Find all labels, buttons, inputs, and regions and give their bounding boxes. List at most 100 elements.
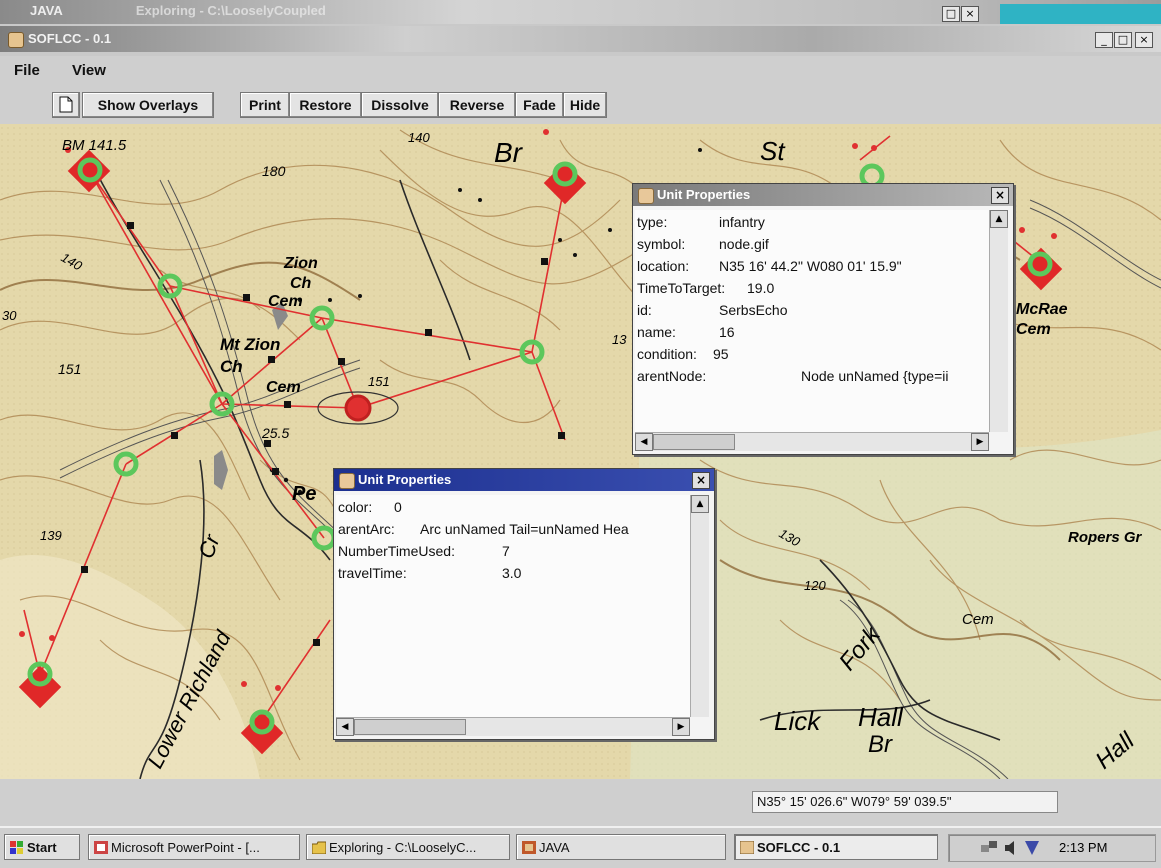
- prop-key: NumberTimeUsed:: [338, 543, 455, 559]
- label-hall: Hall: [858, 702, 904, 732]
- scroll-thumb[interactable]: [653, 434, 735, 450]
- label-br-bottom: Br: [868, 731, 893, 758]
- label-zion: Zion: [283, 255, 318, 272]
- task-label: SOFLCC - 0.1: [757, 840, 841, 855]
- label-151a: 151: [58, 361, 81, 377]
- prop-row: id: SerbsEcho: [637, 302, 787, 318]
- fade-button[interactable]: Fade: [515, 92, 564, 118]
- dialog-node-titlebar[interactable]: Unit Properties ×: [633, 184, 1013, 206]
- prop-row: travelTime: 3.0: [338, 565, 521, 581]
- dialog-arc-close-button[interactable]: ×: [692, 472, 710, 489]
- start-label: Start: [27, 840, 57, 855]
- label-bm: BM 141.5: [62, 137, 127, 154]
- dialog-node-properties: type: infantry symbol: node.gif location: N…: [635, 210, 989, 432]
- prop-value: 7: [502, 543, 510, 559]
- dissolve-button[interactable]: Dissolve: [361, 92, 439, 118]
- new-document-button[interactable]: [52, 92, 80, 118]
- shield-icon[interactable]: [1023, 839, 1041, 857]
- background-close-button[interactable]: ×: [961, 6, 979, 22]
- windows-logo-icon: [10, 841, 23, 854]
- scroll-thumb[interactable]: [354, 719, 466, 735]
- java-cup-icon: [638, 188, 654, 204]
- background-maximize-button[interactable]: □: [942, 6, 960, 22]
- prop-value: node.gif: [719, 236, 769, 252]
- task-label: Exploring - C:\LooselyC...: [329, 840, 477, 855]
- java-cup-icon: [522, 841, 536, 854]
- dialog-arc-vscroll[interactable]: ▲: [690, 495, 709, 717]
- unit-properties-dialog-arc[interactable]: Unit Properties × color: 0 arentArc: Arc u…: [333, 468, 715, 740]
- scroll-right-arrow-icon[interactable]: ▶: [971, 433, 989, 451]
- label-ch1: Ch: [290, 275, 312, 292]
- prop-value: infantry: [719, 214, 765, 230]
- prop-row: type: infantry: [637, 214, 765, 230]
- prop-key: location:: [637, 258, 690, 274]
- unit-properties-dialog-node[interactable]: Unit Properties × type: infantry symbol: n…: [632, 183, 1014, 455]
- label-120: 120: [804, 578, 826, 593]
- task-soflcc[interactable]: SOFLCC - 0.1: [734, 834, 938, 860]
- minimize-button[interactable]: _: [1095, 32, 1113, 48]
- label-ch2: Ch: [220, 357, 243, 376]
- task-powerpoint[interactable]: Microsoft PowerPoint - [...: [88, 834, 300, 860]
- prop-value: 3.0: [502, 565, 522, 581]
- prop-key: type:: [637, 214, 668, 230]
- dialog-node-hscroll[interactable]: ◀ ▶: [635, 432, 989, 451]
- speaker-icon[interactable]: [1003, 839, 1017, 857]
- main-window-title: SOFLCC - 0.1: [28, 31, 112, 46]
- prop-value: Node unNamed {type=ii: [801, 368, 949, 384]
- folder-icon: [312, 841, 326, 854]
- system-tray: 2:13 PM: [948, 834, 1156, 862]
- prop-key: symbol:: [637, 236, 686, 252]
- document-icon: [59, 96, 73, 113]
- scroll-right-arrow-icon[interactable]: ▶: [672, 718, 690, 736]
- prop-row: NumberTimeUsed: 7: [338, 543, 510, 559]
- prop-value: 0: [394, 499, 402, 515]
- selected-node[interactable]: [344, 394, 372, 422]
- prop-value: Arc unNamed Tail=unNamed Hea: [420, 521, 629, 537]
- close-button[interactable]: ×: [1135, 32, 1153, 48]
- dialog-arc-hscroll[interactable]: ◀ ▶: [336, 717, 690, 736]
- label-mtzion: Mt Zion: [220, 335, 280, 354]
- java-cup-icon: [8, 32, 24, 48]
- dialog-node-close-button[interactable]: ×: [991, 187, 1009, 204]
- print-button[interactable]: Print: [240, 92, 290, 118]
- scroll-left-arrow-icon[interactable]: ◀: [635, 433, 653, 451]
- scroll-up-arrow-icon[interactable]: ▲: [691, 495, 709, 513]
- start-button[interactable]: Start: [4, 834, 80, 860]
- dialog-arc-titlebar[interactable]: Unit Properties ×: [334, 469, 714, 491]
- show-overlays-button[interactable]: Show Overlays: [82, 92, 214, 118]
- label-30: 30: [2, 308, 17, 323]
- prop-key: TimeToTarget:: [637, 280, 726, 296]
- task-exploring[interactable]: Exploring - C:\LooselyC...: [306, 834, 510, 860]
- task-label: Microsoft PowerPoint - [...: [111, 840, 260, 855]
- prop-row: arentNode: Node unNamed {type=ii: [637, 368, 949, 384]
- background-window-title-2: Exploring - C:\LooselyCoupled: [135, 3, 326, 18]
- label-151b: 151: [368, 374, 390, 389]
- background-window-title-1: JAVA: [30, 3, 63, 18]
- menu-file[interactable]: File: [14, 62, 40, 79]
- scroll-up-arrow-icon[interactable]: ▲: [990, 210, 1008, 228]
- prop-value: N35 16' 44.2" W080 01' 15.9": [719, 258, 902, 274]
- reverse-button[interactable]: Reverse: [438, 92, 516, 118]
- label-137: 13: [612, 332, 627, 347]
- restore-button[interactable]: Restore: [289, 92, 362, 118]
- clock[interactable]: 2:13 PM: [1059, 840, 1107, 855]
- scroll-left-arrow-icon[interactable]: ◀: [336, 718, 354, 736]
- label-139: 139: [40, 528, 62, 543]
- cursor-coordinates: N35° 15' 026.6" W079° 59' 039.5": [752, 791, 1058, 813]
- dialog-arc-properties: color: 0 arentArc: Arc unNamed Tail=unName…: [336, 495, 690, 717]
- prop-value: 16: [719, 324, 735, 340]
- task-java[interactable]: JAVA: [516, 834, 726, 860]
- hide-button[interactable]: Hide: [563, 92, 607, 118]
- prop-row: arentArc: Arc unNamed Tail=unNamed Hea: [338, 521, 629, 537]
- menu-view[interactable]: View: [72, 62, 106, 79]
- prop-key: arentNode:: [637, 368, 707, 384]
- prop-key: travelTime:: [338, 565, 407, 581]
- background-window-title: JAVA Exploring - C:\LooselyCoupled: [30, 3, 326, 18]
- maximize-button[interactable]: □: [1114, 32, 1132, 48]
- network-icon[interactable]: [979, 839, 999, 857]
- prop-value: 95: [713, 346, 729, 362]
- label-st: St: [760, 136, 786, 166]
- dialog-node-vscroll[interactable]: ▲: [989, 210, 1008, 432]
- label-ropers: Ropers Gr: [1068, 529, 1143, 546]
- label-br-top: Br: [494, 137, 524, 168]
